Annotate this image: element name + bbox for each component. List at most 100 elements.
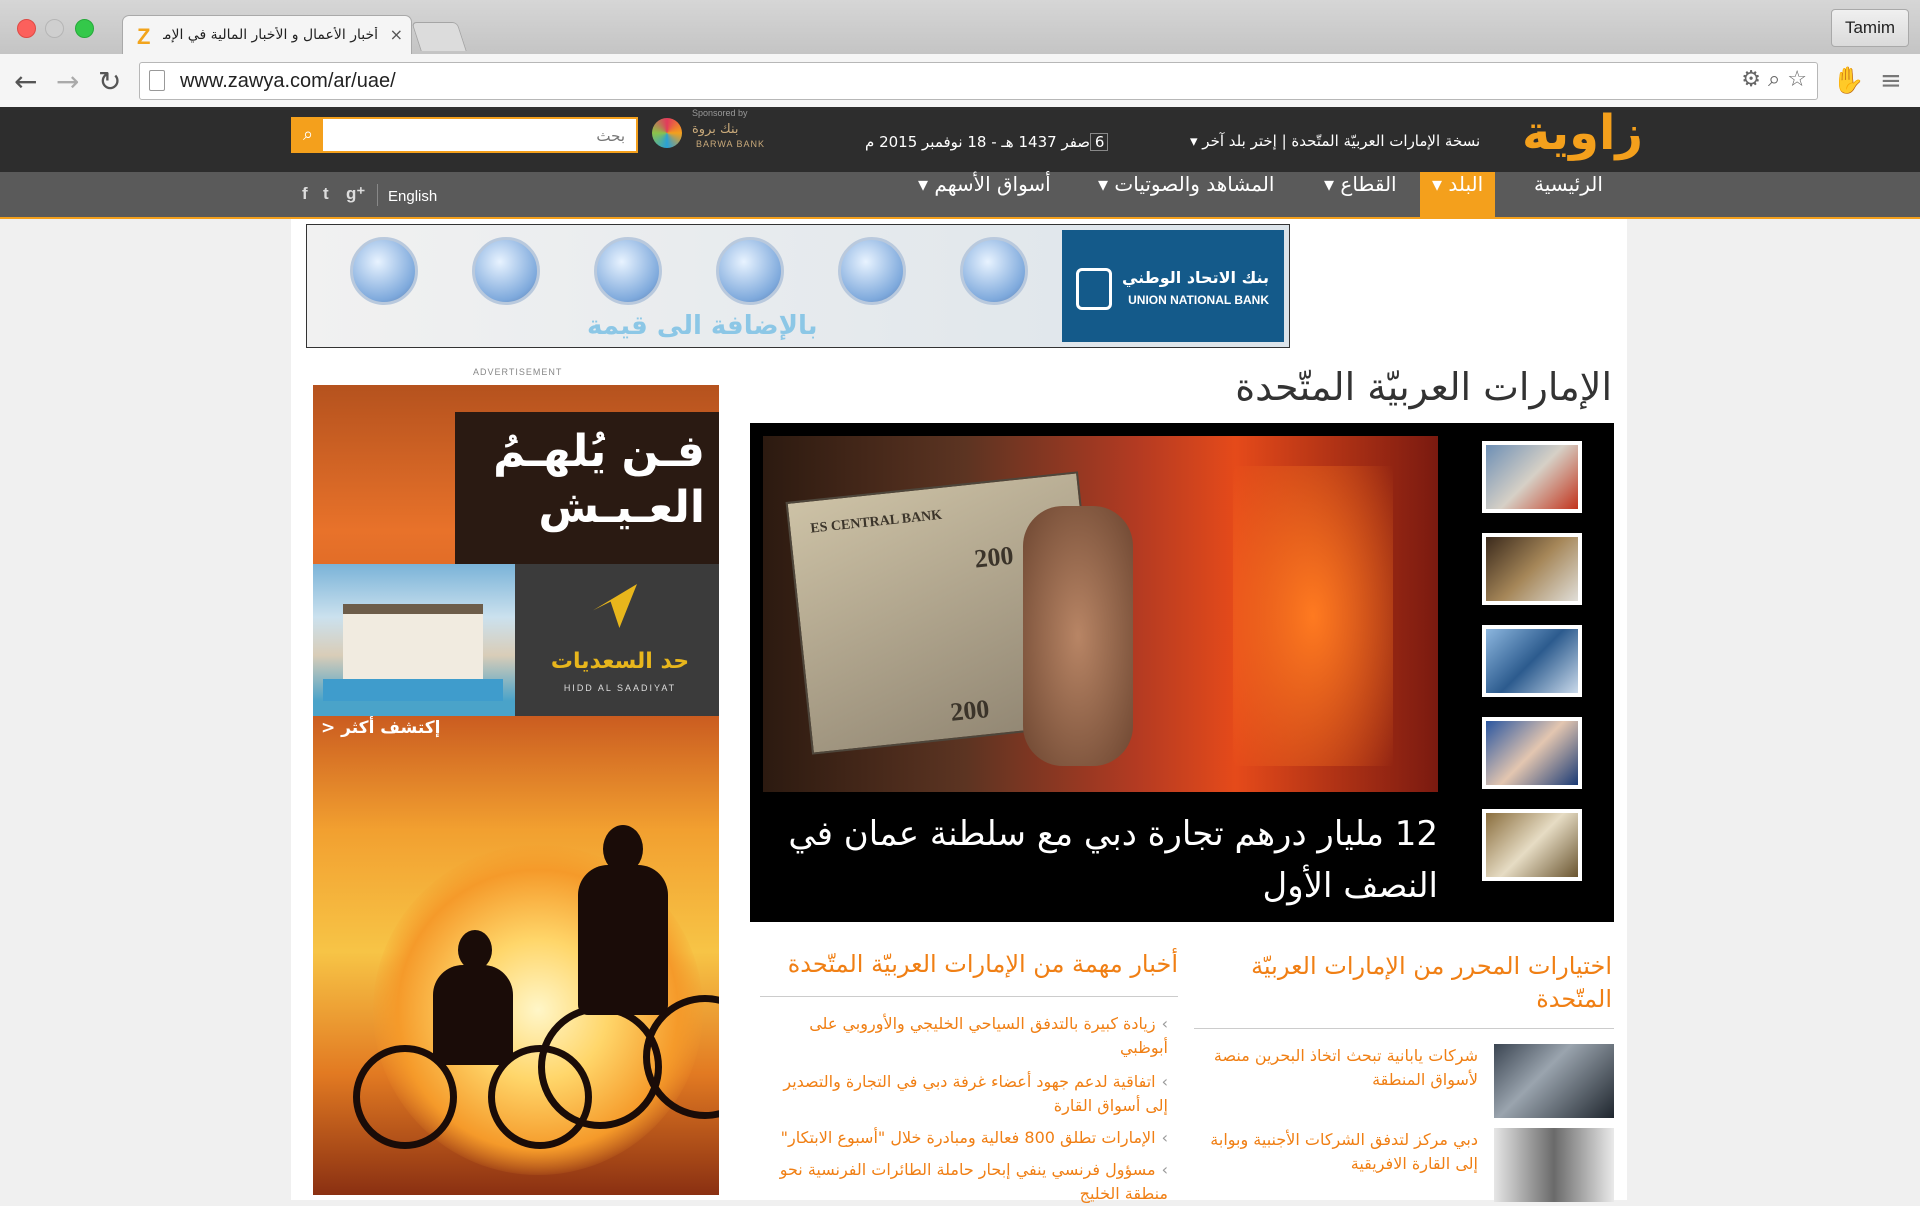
ad-label: ADVERTISEMENT	[473, 367, 563, 377]
page-icon	[149, 70, 165, 91]
hidd-star-icon	[593, 584, 637, 628]
section-title: الإمارات العربيّة المتّحدة	[1235, 365, 1612, 409]
blurred-background	[1233, 466, 1393, 766]
cyclist-silhouette	[458, 930, 492, 970]
sponsor-label: Sponsored by	[692, 108, 748, 118]
hidd-name-ar: حد السعديات	[550, 649, 690, 674]
minimize-window-button[interactable]	[45, 19, 64, 38]
profile-button[interactable]: Tamim	[1831, 9, 1909, 47]
banknote-value: 200	[948, 693, 991, 727]
slider-thumbnail[interactable]	[1482, 533, 1582, 605]
card-icon	[472, 237, 540, 305]
google-plus-icon[interactable]: g⁺	[346, 184, 365, 204]
horse-icon	[838, 237, 906, 305]
news-headline[interactable]: اتفاقية لدعم جهود أعضاء غرفة دبي في التج…	[783, 1072, 1168, 1115]
pick-headline[interactable]: دبي مركز لتدفق الشركات الأجنبية وبوابة إ…	[1193, 1128, 1478, 1176]
extension-icon[interactable]: ✋	[1832, 66, 1864, 96]
new-tab-button[interactable]	[411, 22, 467, 51]
pick-headline[interactable]: شركات يابانية تبحث اتخاذ البحرين منصة لأ…	[1193, 1044, 1478, 1092]
featured-caption[interactable]: 12 مليار درهم تجارة دبي مع سلطنة عمان في…	[763, 808, 1438, 912]
reload-icon[interactable]: ↻	[98, 65, 121, 98]
search-icon[interactable]: ⌕	[293, 119, 323, 151]
bullet-icon: ›	[1161, 1128, 1168, 1147]
news-headline[interactable]: الإمارات تطلق 800 فعالية ومبادرة خلال "أ…	[781, 1128, 1156, 1147]
top-banner-ad[interactable]: بالإضافة الى قيمة بنك الاتحاد الوطني UNI…	[306, 224, 1290, 348]
nav-media[interactable]: المشاهد والصوتيات ▾	[1094, 172, 1278, 217]
discover-more-link[interactable]: إكتشف أكثر <	[321, 718, 441, 738]
featured-image[interactable]: ES CENTRAL BANK 200 200	[763, 436, 1438, 792]
browser-tab[interactable]: Z أخبار الأعمال و الأخبار المالية في الإ…	[122, 15, 412, 56]
gift-icon	[716, 237, 784, 305]
english-link[interactable]: English	[388, 188, 437, 205]
hidd-al-saadiyat-logo: حد السعديات HIDD AL SAADIYAT	[515, 564, 719, 716]
cyclist-body	[578, 865, 668, 1015]
side-ad-headline: فـن يُلهـمُ العـيـش	[493, 424, 705, 536]
hand-image	[1023, 506, 1133, 766]
villa-image	[313, 564, 515, 716]
tab-strip: Z أخبار الأعمال و الأخبار المالية في الإ…	[0, 0, 1920, 56]
pick-thumbnail[interactable]	[1494, 1128, 1614, 1202]
top-ad-tagline: بالإضافة الى قيمة	[587, 311, 818, 341]
close-window-button[interactable]	[17, 19, 36, 38]
menu-icon[interactable]: ≡	[1880, 66, 1902, 96]
nav-divider	[377, 184, 378, 206]
side-ad-headline-line1: فـن يُلهـمُ	[493, 426, 705, 477]
card-icon	[350, 237, 418, 305]
barwa-flower-icon	[652, 118, 682, 148]
nav-sector[interactable]: القطاع ▾	[1320, 172, 1401, 217]
unb-name-ar: بنك الاتحاد الوطني	[1121, 268, 1269, 287]
car-icon	[960, 237, 1028, 305]
omnibox-icons[interactable]: ⚙ ⌕ ☆	[1741, 67, 1807, 92]
side-ad-headline-block: فـن يُلهـمُ العـيـش	[455, 412, 719, 564]
sponsor-name-ar: بنك بروة	[692, 122, 739, 137]
facebook-icon[interactable]: f	[302, 184, 308, 204]
slider-thumbnail[interactable]	[1482, 809, 1582, 881]
banknote-value: 200	[973, 540, 1015, 574]
nav-country[interactable]: البلد ▾	[1420, 172, 1496, 217]
unb-emblem-icon	[1076, 268, 1112, 310]
divider	[1194, 1028, 1614, 1029]
editor-picks-title[interactable]: اختيارات المحرر من الإمارات العربيّة الم…	[1192, 950, 1612, 1016]
close-tab-icon[interactable]: ×	[390, 25, 403, 44]
villa-pool	[323, 679, 503, 701]
side-ad[interactable]: فـن يُلهـمُ العـيـش حد السعديات HIDD AL …	[313, 385, 719, 1195]
twitter-icon[interactable]: t	[323, 184, 329, 204]
nav-home[interactable]: الرئيسية	[1530, 172, 1607, 217]
search-box: ⌕	[291, 117, 638, 153]
side-ad-headline-line2: العـيـش	[538, 482, 705, 533]
news-headline[interactable]: زيادة كبيرة بالتدفق السياحي الخليجي والأ…	[809, 1014, 1168, 1057]
bullet-icon: ›	[1161, 1014, 1168, 1033]
news-headline[interactable]: مسؤول فرنسي ينفي إبحار حاملة الطائرات ال…	[780, 1160, 1168, 1203]
slider-thumbnail[interactable]	[1482, 441, 1582, 513]
important-news-title[interactable]: أخبار مهمة من الإمارات العربيّة المتّحدة	[760, 950, 1178, 978]
news-item[interactable]: ›اتفاقية لدعم جهود أعضاء غرفة دبي في الت…	[760, 1070, 1168, 1118]
news-item[interactable]: ›زيادة كبيرة بالتدفق السياحي الخليجي وال…	[760, 1012, 1168, 1060]
unb-name-en: UNION NATIONAL BANK	[1128, 293, 1269, 307]
news-item[interactable]: › الإمارات تطلق 800 فعالية ومبادرة خلال "…	[760, 1126, 1168, 1150]
nav-stocks[interactable]: أسواق الأسهم ▾	[914, 172, 1055, 217]
edition-selector[interactable]: نسخة الإمارات العربيّة المتّحدة | إختر ب…	[1190, 132, 1480, 150]
family-icon	[594, 237, 662, 305]
favicon: Z	[137, 24, 151, 49]
slider-thumbnail[interactable]	[1482, 717, 1582, 789]
back-icon[interactable]: ←	[14, 65, 37, 98]
featured-slider: ES CENTRAL BANK 200 200 12 مليار درهم تج…	[750, 423, 1614, 922]
slider-thumbnail[interactable]	[1482, 625, 1582, 697]
site-logo[interactable]: زاوية	[1522, 105, 1643, 161]
address-bar[interactable]: www.zawya.com/ar/uae/ ⚙ ⌕ ☆	[139, 62, 1818, 100]
cyclist-body	[433, 965, 513, 1065]
url-text[interactable]: www.zawya.com/ar/uae/	[180, 70, 396, 93]
hidd-name-en: HIDD AL SAADIYAT	[563, 683, 677, 693]
forward-icon[interactable]: →	[56, 65, 79, 98]
villa-building	[343, 604, 483, 684]
search-input[interactable]	[327, 121, 627, 151]
news-item[interactable]: ›مسؤول فرنسي ينفي إبحار حاملة الطائرات ا…	[760, 1158, 1168, 1206]
bullet-icon: ›	[1161, 1072, 1168, 1091]
bullet-icon: ›	[1161, 1160, 1168, 1179]
tab-title: أخبار الأعمال و الأخبار المالية في الإما…	[163, 27, 378, 43]
sponsor-logo[interactable]: Sponsored by بنك بروة BARWA BANK	[652, 108, 782, 154]
zoom-window-button[interactable]	[75, 19, 94, 38]
browser-toolbar: ← → ↻ www.zawya.com/ar/uae/ ⚙ ⌕ ☆ ✋ ≡	[0, 54, 1920, 108]
sponsor-name-en: BARWA BANK	[696, 139, 766, 149]
pick-thumbnail[interactable]	[1494, 1044, 1614, 1118]
